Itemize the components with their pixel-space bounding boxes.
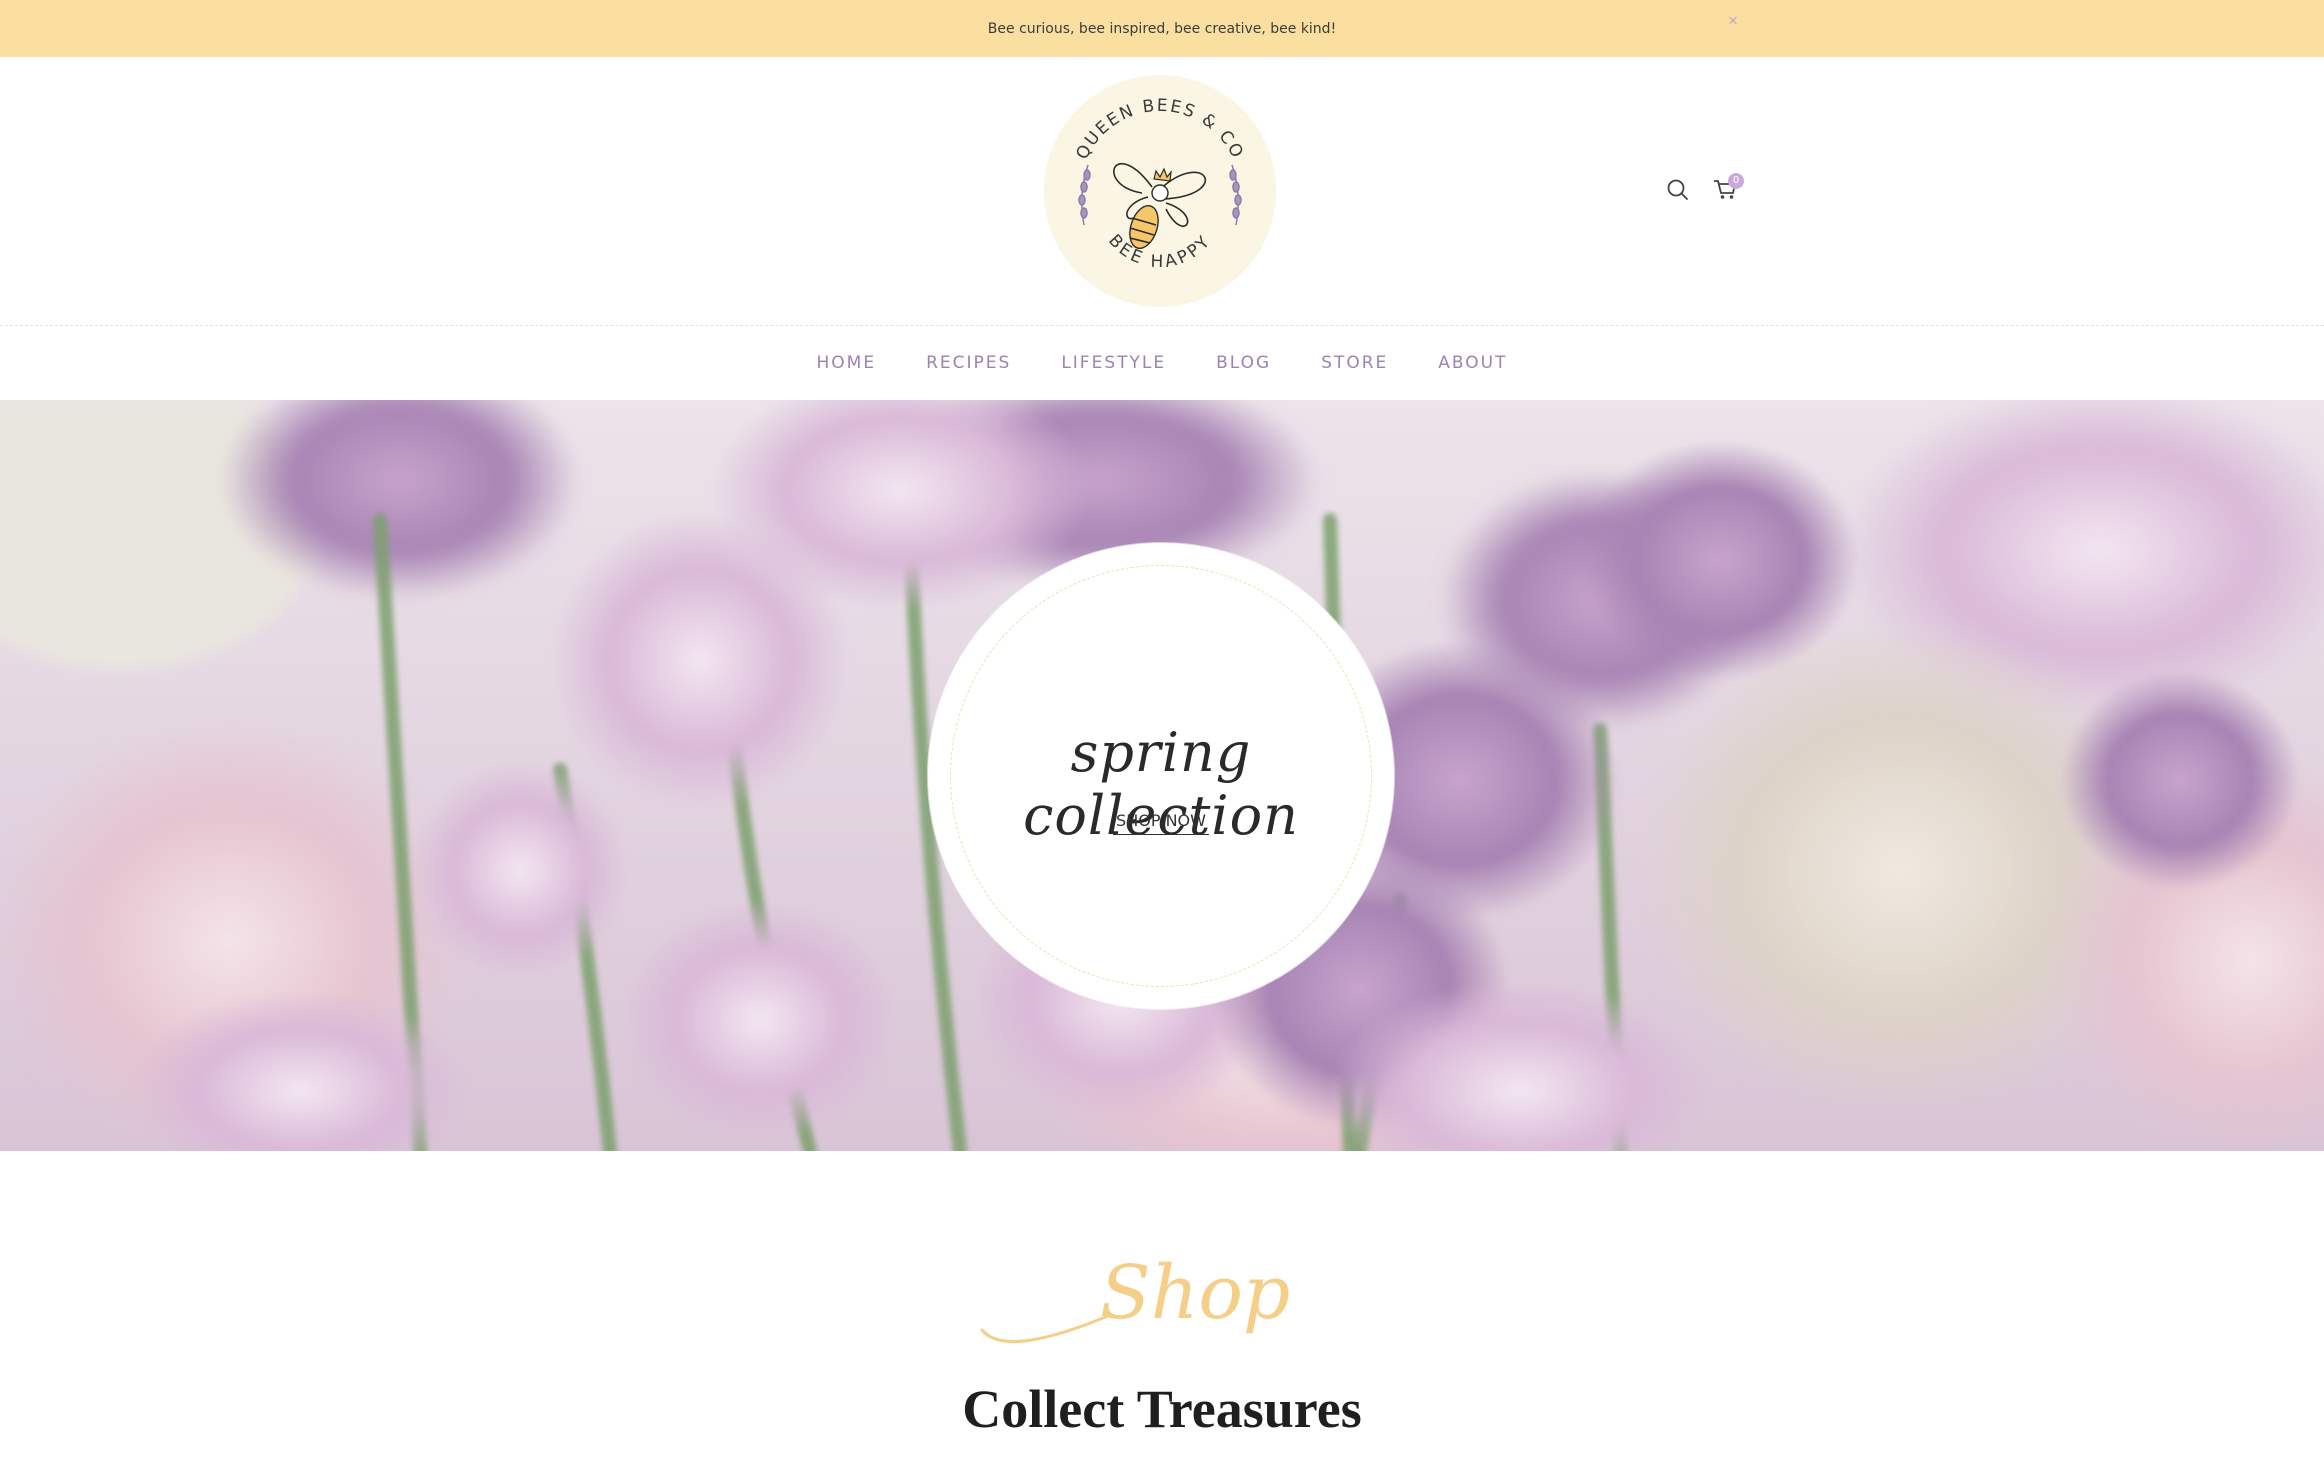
- hero-banner: spring collection SHOP NOW: [0, 400, 2324, 1151]
- site-header: QUEEN BEES & CO BEE HAPPY 0: [0, 57, 2324, 325]
- cart-count-badge: 0: [1728, 173, 1744, 189]
- hero-badge: spring collection SHOP NOW: [928, 543, 1394, 1009]
- shop-now-link[interactable]: SHOP NOW: [1113, 811, 1209, 835]
- section-title: Collect Treasures: [962, 1379, 1362, 1439]
- logo-top-text: QUEEN BEES & CO: [1072, 96, 1245, 163]
- nav-item-recipes[interactable]: RECIPES: [926, 353, 1011, 373]
- logo[interactable]: QUEEN BEES & CO BEE HAPPY: [1044, 75, 1276, 307]
- shop-script-heading: Shop: [980, 1250, 1290, 1365]
- logo-bottom-text: BEE HAPPY: [1104, 231, 1213, 272]
- nav-item-home[interactable]: HOME: [817, 353, 877, 373]
- svg-text:BEE HAPPY: BEE HAPPY: [1104, 231, 1216, 272]
- nav-item-blog[interactable]: BLOG: [1216, 353, 1271, 373]
- main-nav: HOME RECIPES LIFESTYLE BLOG STORE ABOUT: [0, 326, 2324, 400]
- nav-item-about[interactable]: ABOUT: [1438, 353, 1507, 373]
- swash-decoration-icon: [980, 1314, 1110, 1343]
- close-icon[interactable]: ×: [1722, 10, 1744, 32]
- search-icon: [1667, 179, 1688, 200]
- announcement-text: Bee curious, bee inspired, bee creative,…: [987, 20, 1337, 37]
- announcement-bar: Bee curious, bee inspired, bee creative,…: [0, 0, 2324, 57]
- svg-text:QUEEN BEES & CO: QUEEN BEES & CO: [1072, 96, 1247, 163]
- nav-item-store[interactable]: STORE: [1321, 353, 1388, 373]
- bee-logo-icon: QUEEN BEES & CO BEE HAPPY: [1072, 96, 1247, 272]
- shop-script-label: Shop: [1100, 1250, 1291, 1336]
- search-button[interactable]: [1663, 175, 1693, 205]
- nav-item-lifestyle[interactable]: LIFESTYLE: [1061, 353, 1166, 373]
